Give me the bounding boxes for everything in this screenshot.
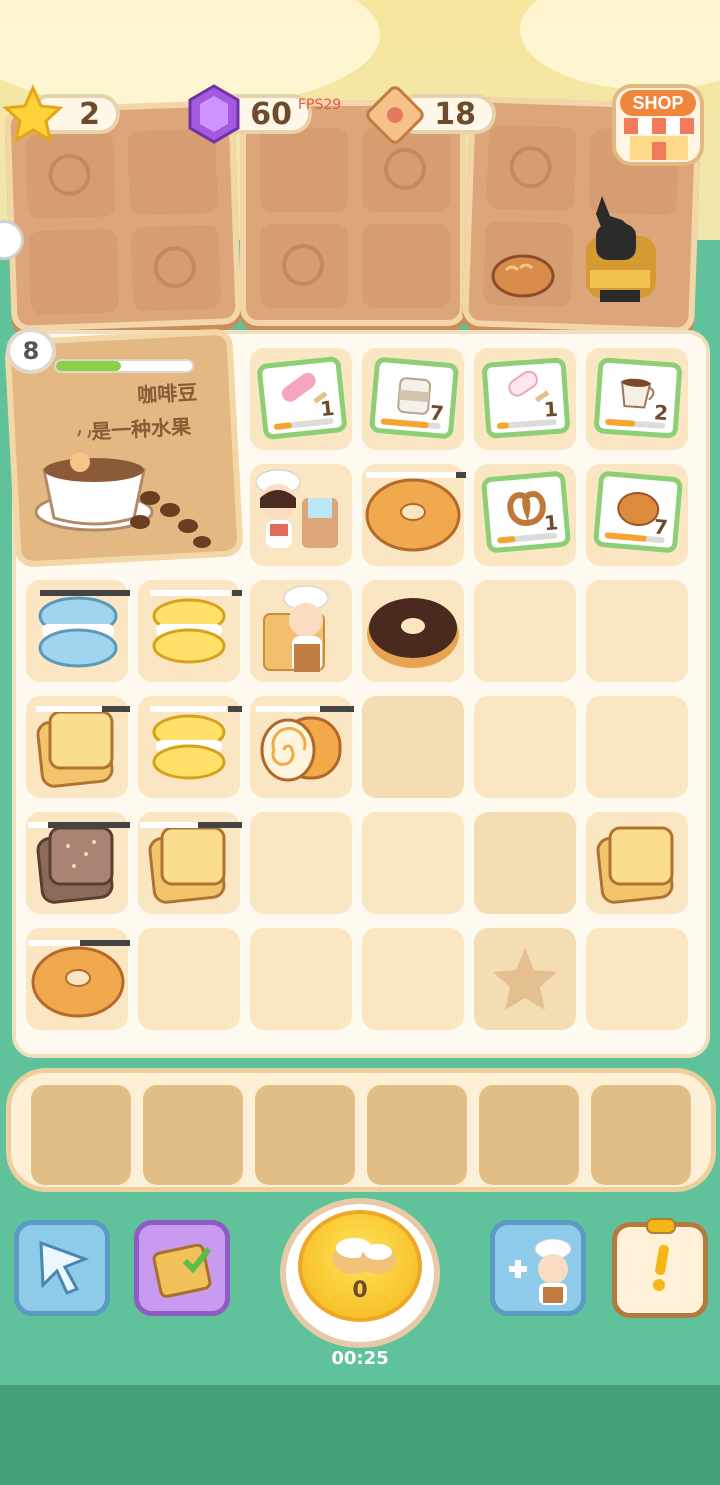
board-slot[interactable]: [362, 928, 464, 1030]
shop-awning-icon: [624, 118, 694, 160]
chef-girl-generator-icon[interactable]: [248, 468, 348, 564]
item-card-coffee-cup[interactable]: 2: [593, 357, 683, 439]
orange-donut-icon[interactable]: [30, 944, 126, 1022]
fps-debug-text: FPS29: [298, 97, 342, 113]
gem-icon: [188, 84, 240, 144]
yellow-macaron-icon[interactable]: [150, 596, 228, 668]
toast-icon[interactable]: [594, 820, 680, 908]
board-slot[interactable]: [474, 812, 576, 914]
card-level: 1: [543, 510, 560, 536]
book-check-icon: [152, 1243, 212, 1298]
board-slot[interactable]: [362, 812, 464, 914]
board-slot[interactable]: [250, 928, 352, 1030]
board-slot[interactable]: [362, 696, 464, 798]
multigrain-toast-icon[interactable]: [34, 820, 120, 908]
item-card-popsicle[interactable]: 1: [256, 355, 348, 441]
item-timer-line: [198, 822, 242, 828]
cream-puff-icon: [332, 1238, 396, 1274]
cursor-button[interactable]: [14, 1220, 110, 1316]
item-timer-line: [320, 706, 354, 712]
item-timer-line: [366, 472, 466, 478]
star-icon: [2, 84, 64, 144]
item-card-ice-cream-bar[interactable]: 1: [481, 357, 571, 439]
coffee-cup-with-beans-icon: [34, 430, 211, 548]
board-slot[interactable]: [586, 696, 688, 798]
item-timer-line: [140, 822, 198, 828]
ticket-icon: [366, 86, 424, 144]
item-timer-line: [40, 590, 130, 596]
item-timer-line: [80, 940, 130, 946]
bread-icon[interactable]: [490, 250, 556, 298]
alert-clipboard-icon: [646, 1218, 676, 1291]
item-timer-line: [28, 940, 80, 946]
anubis-figure-icon[interactable]: [566, 196, 666, 306]
item-card-milk[interactable]: 7: [368, 356, 460, 440]
order-level-badge: 8: [6, 328, 56, 374]
task-clipboard-button[interactable]: [612, 1218, 708, 1318]
board-slot[interactable]: [586, 580, 688, 682]
item-timer-line: [456, 472, 466, 478]
tickets-count: 18: [434, 96, 476, 132]
card-level: 1: [319, 395, 336, 422]
yellow-macaron-icon[interactable]: [150, 712, 228, 784]
chef-boy-generator-icon[interactable]: [262, 584, 340, 680]
order-progress-fill: [56, 361, 122, 371]
order-hint-line1: 咖啡豆: [136, 380, 198, 408]
stars-count: 2: [79, 96, 100, 132]
item-timer-line: [36, 706, 102, 712]
card-level: 7: [428, 400, 445, 426]
toast-icon[interactable]: [34, 704, 120, 792]
inventory-slot[interactable]: [255, 1085, 355, 1185]
chocolate-donut-icon[interactable]: [364, 592, 462, 672]
star-slot-icon: [493, 948, 557, 1010]
inventory-slot[interactable]: [479, 1085, 579, 1185]
add-chef-icon: [509, 1238, 572, 1305]
order-progress-bar: [54, 359, 194, 373]
item-card-pretzel[interactable]: 1: [480, 470, 572, 554]
inventory-slot[interactable]: [31, 1085, 131, 1185]
inventory-slot[interactable]: [591, 1085, 691, 1185]
item-timer-line: [150, 590, 230, 596]
item-timer-line: [28, 822, 48, 828]
board-slot[interactable]: [250, 812, 352, 914]
item-timer-line: [48, 822, 130, 828]
main-collect-inner: [298, 1210, 422, 1322]
main-collect-count: 0: [352, 1278, 368, 1303]
item-timer-line: [256, 706, 320, 712]
countdown-timer: 00:25: [331, 1348, 389, 1369]
bottom-strip: [0, 1385, 720, 1485]
gems-count: 60: [250, 96, 292, 132]
orange-donut-icon[interactable]: [364, 476, 462, 554]
recipe-book-button[interactable]: [134, 1220, 230, 1316]
inventory-slot[interactable]: [367, 1085, 467, 1185]
item-timer-line: [232, 590, 242, 596]
card-level: 2: [653, 400, 669, 426]
item-timer-line: [102, 706, 130, 712]
main-collect-button[interactable]: 0: [280, 1198, 440, 1348]
shop-button[interactable]: SHOP: [612, 84, 704, 166]
board-slot[interactable]: [586, 928, 688, 1030]
board-slot[interactable]: [474, 696, 576, 798]
inventory-bar: [6, 1068, 716, 1192]
cursor-icon: [39, 1240, 90, 1295]
board-slot[interactable]: [138, 928, 240, 1030]
swiss-roll-icon[interactable]: [258, 710, 344, 786]
blue-macaron-icon[interactable]: [36, 594, 120, 672]
inventory-slot[interactable]: [143, 1085, 243, 1185]
card-level: 1: [543, 396, 559, 422]
card-level: 7: [652, 514, 669, 540]
item-timer-line: [228, 706, 242, 712]
add-chef-button[interactable]: [490, 1220, 586, 1316]
shop-label: SHOP: [620, 90, 696, 116]
item-timer-line: [150, 706, 226, 712]
board-slot[interactable]: [474, 580, 576, 682]
toast-icon[interactable]: [146, 820, 232, 908]
item-card-bun[interactable]: 7: [592, 470, 684, 554]
